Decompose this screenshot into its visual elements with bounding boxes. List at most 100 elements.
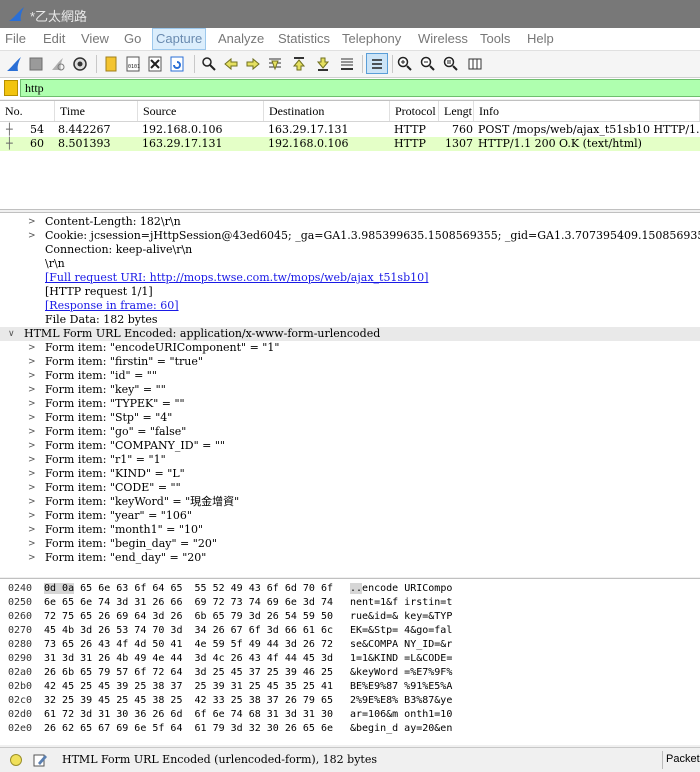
menu-view[interactable]: View <box>78 28 112 50</box>
hex-row[interactable]: 0280 73 65 26 43 4f 4d 50 41 4e 59 5f 49 … <box>0 638 700 652</box>
go-to-packet-icon[interactable] <box>266 54 284 73</box>
column-header-3[interactable]: Destination <box>264 101 390 121</box>
capture-options-gear-icon[interactable] <box>71 54 89 73</box>
detail-tree-item[interactable]: > Form item: "end_day" = "20" <box>0 551 700 565</box>
hex-row[interactable]: 0260 72 75 65 26 69 64 3d 26 6b 65 79 3d … <box>0 610 700 624</box>
column-header-5[interactable]: Lengt <box>439 101 474 121</box>
hex-row[interactable]: 02b0 42 45 25 45 39 25 38 37 25 39 31 25 … <box>0 680 700 694</box>
detail-tree-item[interactable]: \r\n <box>0 257 700 271</box>
close-file-icon[interactable] <box>146 54 164 73</box>
collapsed-chevron-icon[interactable]: > <box>28 425 36 439</box>
detail-tree-item[interactable]: > Form item: "CODE" = "" <box>0 481 700 495</box>
menu-help[interactable]: Help <box>524 28 557 50</box>
hex-row[interactable]: 02c0 32 25 39 45 25 45 38 25 42 33 25 38 … <box>0 694 700 708</box>
detail-tree-item[interactable]: > Form item: "month1" = "10" <box>0 523 700 537</box>
menu-file[interactable]: File <box>2 28 29 50</box>
collapsed-chevron-icon[interactable]: > <box>28 355 36 369</box>
expert-info-led-icon[interactable] <box>10 754 22 766</box>
reload-file-icon[interactable] <box>168 54 186 73</box>
collapsed-chevron-icon[interactable]: > <box>28 439 36 453</box>
hex-row[interactable]: 0240 0d 0a 65 6e 63 6f 64 65 55 52 49 43 … <box>0 582 700 596</box>
column-header-1[interactable]: Time <box>55 101 138 121</box>
stop-capture-icon[interactable] <box>27 54 45 73</box>
column-header-4[interactable]: Protocol <box>390 101 439 121</box>
detail-tree-item[interactable]: > Form item: "TYPEK" = "" <box>0 397 700 411</box>
colorize-packet-list-icon[interactable] <box>366 53 388 74</box>
go-forward-arrow-icon[interactable] <box>244 54 262 73</box>
hex-row[interactable]: 02e0 26 62 65 67 69 6e 5f 64 61 79 3d 32 … <box>0 722 700 736</box>
collapsed-chevron-icon[interactable]: > <box>28 495 36 509</box>
detail-tree-item[interactable]: > Form item: "begin_day" = "20" <box>0 537 700 551</box>
detail-tree-item[interactable]: > Form item: "year" = "106" <box>0 509 700 523</box>
collapsed-chevron-icon[interactable]: > <box>28 383 36 397</box>
collapsed-chevron-icon[interactable]: > <box>28 509 36 523</box>
menu-edit[interactable]: Edit <box>40 28 68 50</box>
column-header-2[interactable]: Source <box>138 101 264 121</box>
first-packet-icon[interactable] <box>290 54 308 73</box>
column-header-0[interactable]: No. <box>0 101 55 121</box>
normal-size-icon[interactable] <box>442 54 460 73</box>
detail-tree-item[interactable]: [Full request URI: http://mops.twse.com.… <box>0 271 700 285</box>
menu-statistics[interactable]: Statistics <box>275 28 333 50</box>
resize-columns-icon[interactable] <box>466 54 484 73</box>
detail-tree-item[interactable]: > Form item: "KIND" = "L" <box>0 467 700 481</box>
hex-row[interactable]: 02a0 26 6b 65 79 57 6f 72 64 3d 25 45 37 … <box>0 666 700 680</box>
collapsed-chevron-icon[interactable]: > <box>28 215 36 229</box>
collapsed-chevron-icon[interactable]: > <box>28 481 36 495</box>
detail-tree-item[interactable]: > Form item: "id" = "" <box>0 369 700 383</box>
auto-scroll-icon[interactable] <box>338 54 356 73</box>
packet-row[interactable]: ┼ 60 8.501393 163.29.17.131 192.168.0.106 HTT… <box>0 137 700 151</box>
menu-wireless[interactable]: Wireless <box>415 28 471 50</box>
display-filter-input[interactable]: http <box>20 79 700 97</box>
zoom-out-icon[interactable] <box>419 54 437 73</box>
collapsed-chevron-icon[interactable]: > <box>28 467 36 481</box>
last-packet-icon[interactable] <box>314 54 332 73</box>
expanded-chevron-icon[interactable]: ∨ <box>8 327 15 341</box>
collapsed-chevron-icon[interactable]: > <box>28 397 36 411</box>
go-back-arrow-icon[interactable] <box>222 54 240 73</box>
start-capture-fin-icon[interactable] <box>5 54 23 73</box>
detail-tree-item[interactable]: [HTTP request 1/1] <box>0 285 700 299</box>
menu-telephony[interactable]: Telephony <box>339 28 404 50</box>
collapsed-chevron-icon[interactable]: > <box>28 341 36 355</box>
detail-tree-item[interactable]: > Cookie: jcsession=jHttpSession@43ed6045… <box>0 229 700 243</box>
detail-link[interactable]: [Response in frame: 60] <box>45 299 179 313</box>
column-header-6[interactable]: Info <box>474 101 700 121</box>
menu-go[interactable]: Go <box>121 28 144 50</box>
detail-tree-item[interactable]: > Form item: "firstin" = "true" <box>0 355 700 369</box>
collapsed-chevron-icon[interactable]: > <box>28 411 36 425</box>
menu-capture[interactable]: Capture <box>152 28 207 50</box>
hex-row[interactable]: 0250 6e 65 6e 74 3d 31 26 66 69 72 73 74 … <box>0 596 700 610</box>
capture-comment-pencil-icon[interactable] <box>32 752 48 768</box>
collapsed-chevron-icon[interactable]: > <box>28 551 36 565</box>
hex-row[interactable]: 02d0 61 72 3d 31 30 36 26 6d 6f 6e 74 68 … <box>0 708 700 722</box>
packet-row[interactable]: ┼ 54 8.442267 192.168.0.106 163.29.17.131 HTT… <box>0 123 700 137</box>
hex-row[interactable]: 0290 31 3d 31 26 4b 49 4e 44 3d 4c 26 43 … <box>0 652 700 666</box>
collapsed-chevron-icon[interactable]: > <box>28 523 36 537</box>
detail-tree-item[interactable]: > Content-Length: 182\r\n <box>0 215 700 229</box>
menu-analyze[interactable]: Analyze <box>215 28 267 50</box>
detail-tree-item[interactable]: [Response in frame: 60] <box>0 299 700 313</box>
save-file-icon[interactable]: 0101 <box>124 54 142 73</box>
restart-capture-icon[interactable] <box>49 54 67 73</box>
zoom-in-icon[interactable] <box>396 54 414 73</box>
collapsed-chevron-icon[interactable]: > <box>28 229 36 243</box>
filter-bookmark-icon[interactable] <box>4 80 18 96</box>
collapsed-chevron-icon[interactable]: > <box>28 537 36 551</box>
detail-tree-item[interactable]: ∨ HTML Form URL Encoded: application/x-ww… <box>0 327 700 341</box>
detail-tree-item[interactable]: > Form item: "COMPANY_ID" = "" <box>0 439 700 453</box>
hex-row[interactable]: 0270 45 4b 3d 26 53 74 70 3d 34 26 67 6f … <box>0 624 700 638</box>
detail-tree-item[interactable]: > Form item: "encodeURIComponent" = "1" <box>0 341 700 355</box>
detail-tree-item[interactable]: File Data: 182 bytes <box>0 313 700 327</box>
find-packet-search-icon[interactable] <box>200 54 218 73</box>
detail-tree-item[interactable]: Connection: keep-alive\r\n <box>0 243 700 257</box>
menu-tools[interactable]: Tools <box>477 28 513 50</box>
detail-tree-item[interactable]: > Form item: "key" = "" <box>0 383 700 397</box>
detail-link[interactable]: [Full request URI: http://mops.twse.com.… <box>45 271 428 285</box>
detail-tree-item[interactable]: > Form item: "r1" = "1" <box>0 453 700 467</box>
detail-tree-item[interactable]: > Form item: "keyWord" = "現金增資" <box>0 495 700 509</box>
open-file-folder-icon[interactable] <box>102 54 120 73</box>
detail-tree-item[interactable]: > Form item: "Stp" = "4" <box>0 411 700 425</box>
collapsed-chevron-icon[interactable]: > <box>28 453 36 467</box>
collapsed-chevron-icon[interactable]: > <box>28 369 36 383</box>
